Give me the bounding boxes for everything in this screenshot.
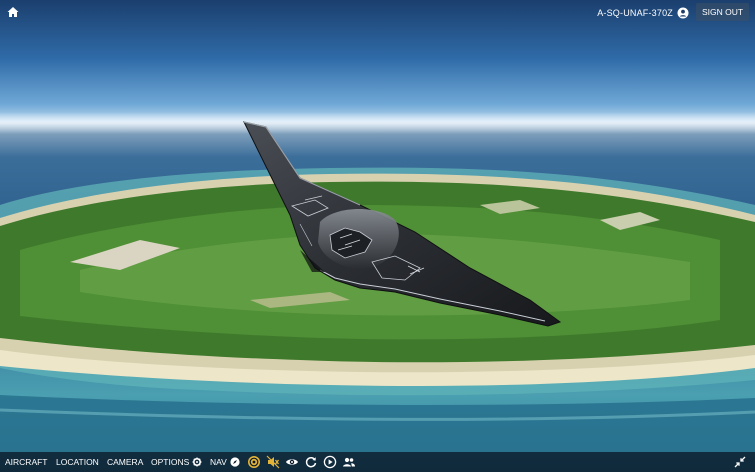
eye-icon (286, 459, 298, 465)
collapse-icon (734, 456, 746, 468)
collapse-button[interactable] (733, 455, 747, 469)
sound-muted-icon (266, 455, 280, 469)
view-button[interactable] (285, 455, 299, 469)
menu-location[interactable]: LOCATION (56, 457, 99, 467)
account-icon (677, 7, 689, 19)
menu-aircraft[interactable]: AIRCRAFT (5, 457, 48, 467)
home-button[interactable] (6, 5, 20, 19)
home-icon (7, 7, 19, 17)
play-button[interactable] (323, 455, 337, 469)
user-account[interactable]: A-SQ-UNAF-370Z (597, 6, 689, 20)
sign-out-label: SIGN OUT (701, 7, 744, 17)
menu-nav[interactable]: NAV (210, 457, 240, 467)
menu-options[interactable]: OPTIONS (151, 457, 202, 467)
menu-location-label: LOCATION (56, 457, 99, 467)
compass-icon (230, 457, 240, 467)
target-icon (248, 456, 260, 468)
target-button[interactable] (247, 455, 261, 469)
stealth-bomber-aircraft (243, 121, 562, 327)
people-icon (343, 457, 355, 467)
user-id-label: A-SQ-UNAF-370Z (597, 8, 673, 18)
menu-aircraft-label: AIRCRAFT (5, 457, 48, 467)
refresh-icon (305, 456, 317, 468)
refresh-button[interactable] (304, 455, 318, 469)
gear-icon (192, 457, 202, 467)
flight-scene[interactable] (0, 0, 755, 472)
menu-options-label: OPTIONS (151, 457, 190, 467)
people-button[interactable] (342, 455, 356, 469)
menu-camera[interactable]: CAMERA (107, 457, 143, 467)
bottom-toolbar: AIRCRAFT LOCATION CAMERA OPTIONS NAV (0, 452, 755, 472)
play-icon (323, 455, 337, 469)
menu-camera-label: CAMERA (107, 457, 144, 467)
menu-nav-label: NAV (210, 457, 227, 467)
sign-out-button[interactable]: SIGN OUT (696, 3, 749, 21)
sound-toggle-button[interactable] (266, 455, 280, 469)
